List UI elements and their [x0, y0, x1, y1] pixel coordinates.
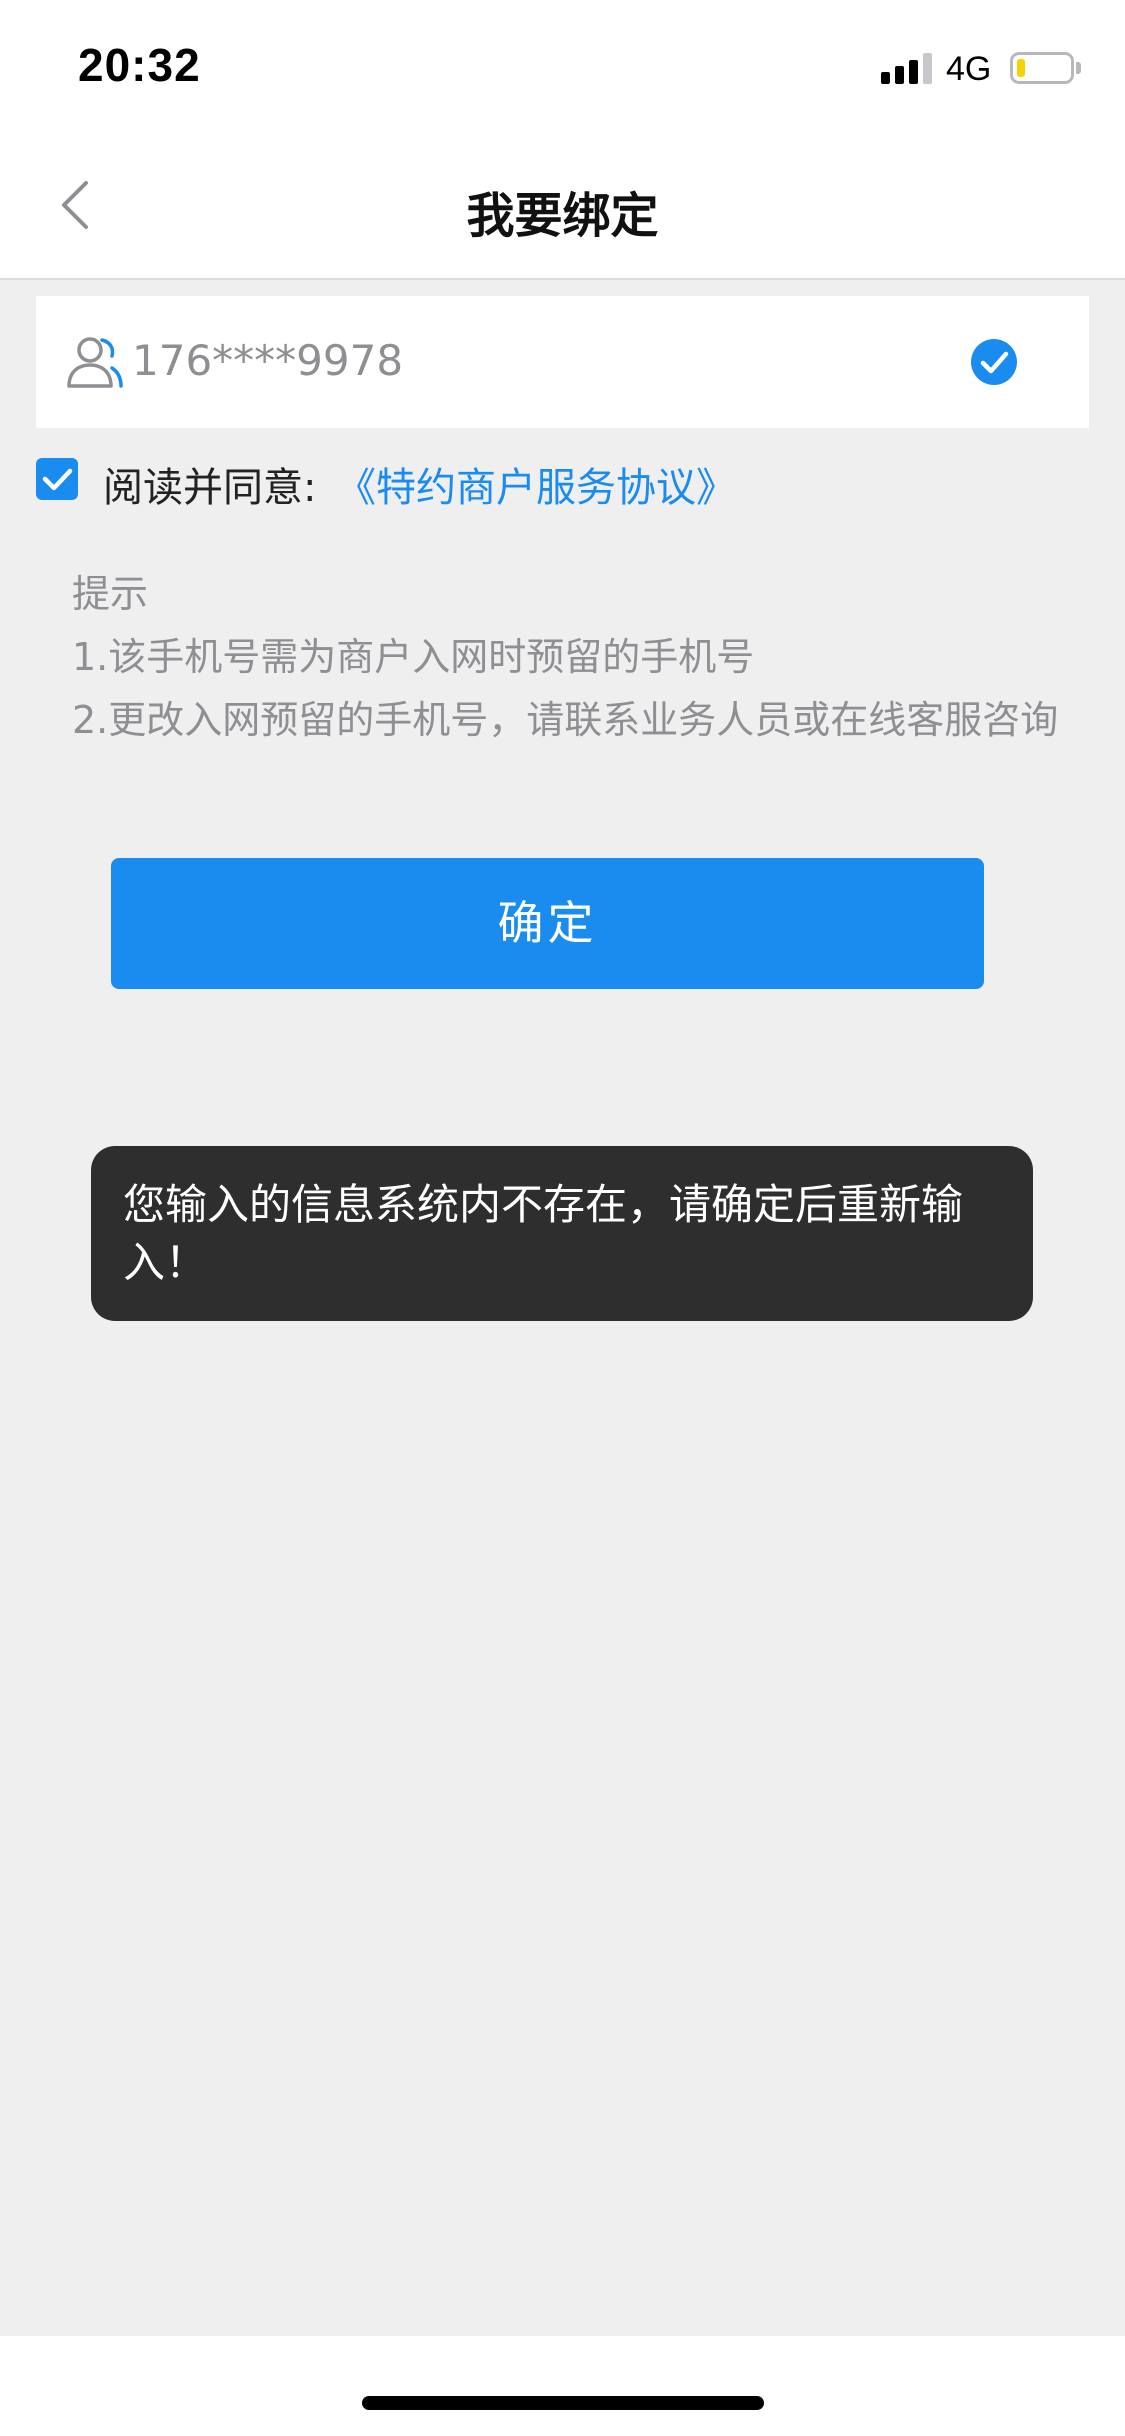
user-group-icon [67, 337, 123, 388]
tips-line-1: 1.该手机号需为商户入网时预留的手机号 [72, 635, 755, 679]
check-circle-icon [971, 339, 1017, 385]
battery-cap [1076, 62, 1081, 74]
home-indicator[interactable] [362, 2396, 764, 2410]
nav-bar: 我要绑定 [0, 130, 1125, 280]
page-title: 我要绑定 [466, 188, 659, 244]
signal-icon [881, 52, 933, 84]
agreement-checkbox[interactable] [36, 458, 78, 500]
phone-field[interactable]: 176****9978 [36, 296, 1089, 428]
checkmark-icon [42, 468, 73, 491]
status-bar: 20:32 4G [0, 0, 1125, 130]
tips-section: 提示 1.该手机号需为商户入网时预留的手机号 2.更改入网预留的手机号，请联系业… [72, 563, 1072, 752]
battery-icon [1010, 52, 1074, 84]
phone-number-value: 176****9978 [132, 336, 404, 385]
tips-title: 提示 [72, 572, 149, 616]
error-toast: 您输入的信息系统内不存在，请确定后重新输入！ [91, 1146, 1033, 1321]
network-type: 4G [946, 50, 992, 88]
status-time: 20:32 [78, 39, 201, 91]
agreement-label: 阅读并同意: [103, 465, 317, 511]
confirm-button[interactable]: 确定 [111, 858, 984, 989]
tips-line-2: 2.更改入网预留的手机号，请联系业务人员或在线客服咨询 [72, 698, 1059, 742]
bottom-safe-area [0, 2336, 1125, 2436]
agreement-link[interactable]: 《特约商户服务协议》 [336, 455, 736, 513]
